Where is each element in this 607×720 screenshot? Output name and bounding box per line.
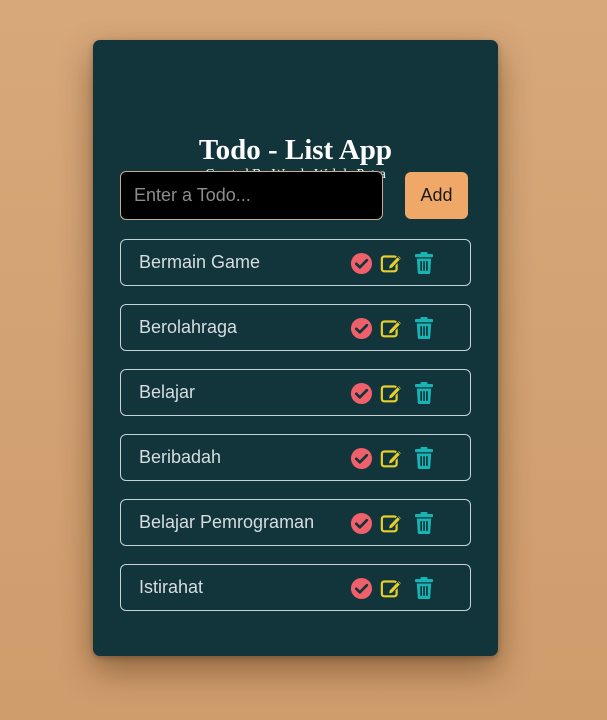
todo-actions: [349, 576, 436, 600]
edit-icon[interactable]: [380, 576, 404, 600]
check-circle-icon[interactable]: [349, 381, 373, 405]
todo-item: Belajar: [120, 369, 471, 416]
todo-actions: [349, 316, 436, 340]
todo-actions: [349, 381, 436, 405]
edit-icon[interactable]: [380, 251, 404, 275]
todo-item: Bermain Game: [120, 239, 471, 286]
todo-actions: [349, 446, 436, 470]
todo-list: Bermain Game Berolahraga Belajar Beribad…: [120, 239, 471, 629]
trash-icon[interactable]: [412, 381, 436, 405]
edit-icon[interactable]: [380, 511, 404, 535]
todo-actions: [349, 511, 436, 535]
todo-item: Beribadah: [120, 434, 471, 481]
edit-icon[interactable]: [380, 316, 404, 340]
trash-icon[interactable]: [412, 576, 436, 600]
todo-input[interactable]: [120, 171, 383, 220]
check-circle-icon[interactable]: [349, 316, 373, 340]
trash-icon[interactable]: [412, 251, 436, 275]
check-circle-icon[interactable]: [349, 446, 373, 470]
todo-actions: [349, 251, 436, 275]
todo-text: Bermain Game: [139, 252, 261, 272]
trash-icon[interactable]: [412, 511, 436, 535]
todo-text: Belajar: [139, 382, 196, 402]
todo-item: Belajar Pemrograman: [120, 499, 471, 546]
todo-text: Istirahat: [139, 577, 204, 597]
edit-icon[interactable]: [380, 446, 404, 470]
todo-text: Berolahraga: [139, 317, 238, 337]
todo-item: Istirahat: [120, 564, 471, 611]
edit-icon[interactable]: [380, 381, 404, 405]
todo-text: Beribadah: [139, 447, 222, 467]
todo-text: Belajar Pemrograman: [139, 512, 315, 532]
check-circle-icon[interactable]: [349, 511, 373, 535]
check-circle-icon[interactable]: [349, 576, 373, 600]
app-title: Todo - List App: [198, 134, 393, 166]
add-button[interactable]: Add: [405, 172, 468, 219]
trash-icon[interactable]: [412, 316, 436, 340]
check-circle-icon[interactable]: [349, 251, 373, 275]
trash-icon[interactable]: [412, 446, 436, 470]
todo-item: Berolahraga: [120, 304, 471, 351]
